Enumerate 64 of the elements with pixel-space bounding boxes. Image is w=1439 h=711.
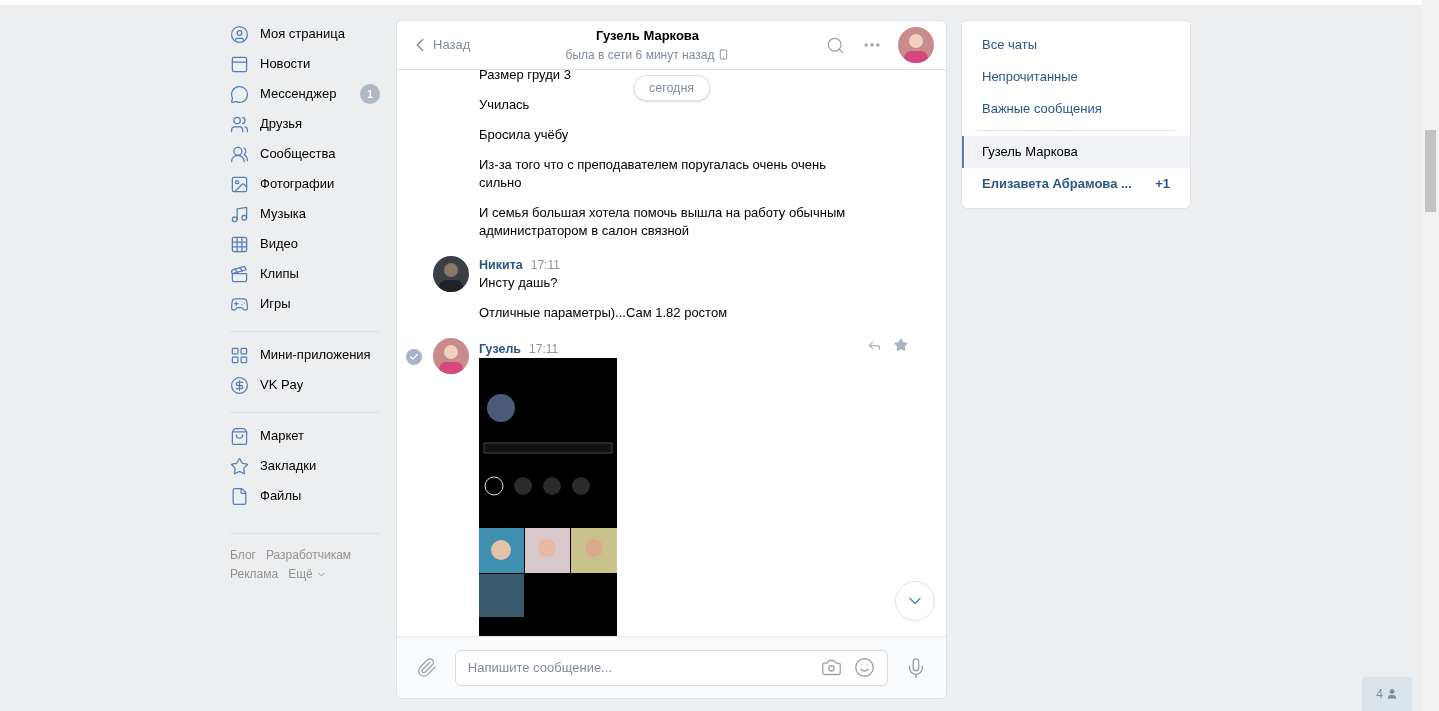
nav-item[interactable]: Сообщества: [230, 139, 380, 169]
avatar: [433, 256, 469, 292]
unread-count: 1: [360, 84, 380, 104]
nav-item[interactable]: Мини-приложения: [230, 340, 380, 370]
message-text: Бросила учёбу: [479, 126, 570, 144]
nav-item[interactable]: Друзья: [230, 109, 380, 139]
unread-count: +1: [1155, 175, 1170, 194]
nav-item[interactable]: Закладки: [230, 451, 380, 481]
camera-icon[interactable]: [821, 657, 843, 678]
message-text: Размер груди 3: [479, 70, 572, 84]
filter-item[interactable]: Важные сообщения: [962, 93, 1190, 125]
chat-item[interactable]: Елизавета Абрамова ... +1: [962, 168, 1190, 200]
author-name[interactable]: Гузель: [479, 340, 522, 359]
people-icon: [230, 114, 249, 134]
nav-item[interactable]: Маркет: [230, 421, 380, 451]
phone-icon: [718, 49, 730, 61]
filter-item[interactable]: Непрочитанные: [962, 61, 1190, 93]
smile-icon[interactable]: [854, 657, 876, 678]
message-text: Училась: [479, 96, 531, 114]
news-icon: [230, 54, 249, 74]
chat-bubble-icon: [230, 84, 249, 104]
music-note-icon: [230, 204, 249, 224]
video-icon: [230, 234, 249, 254]
star-icon: [230, 456, 249, 476]
message-text: Инсту дашь?: [479, 274, 559, 292]
filter-item[interactable]: Все чаты: [962, 29, 1190, 61]
star-icon[interactable]: [894, 338, 908, 352]
chat-item[interactable]: Гузель Маркова: [962, 136, 1190, 168]
nav-item[interactable]: VK Pay: [230, 370, 380, 400]
date-chip: сегодня: [632, 75, 711, 101]
nav-item[interactable]: Музыка: [230, 199, 380, 229]
scroll-down-button[interactable]: [895, 581, 935, 621]
image-icon: [230, 174, 249, 194]
nav-item[interactable]: Фотографии: [230, 169, 380, 199]
nav-item[interactable]: Мессенджер 1: [230, 79, 380, 109]
nav-item[interactable]: Моя страница: [230, 19, 380, 49]
clapper-icon: [230, 264, 249, 284]
paperclip-icon[interactable]: [416, 657, 437, 678]
back-button[interactable]: Назад: [409, 34, 489, 56]
message-text: И семья большая хотела помочь вышла на работу обычным администратором в салон связной: [479, 204, 847, 240]
message-field[interactable]: Напишите сообщение...: [454, 649, 889, 686]
bag-icon: [230, 426, 249, 446]
user-circle-icon: [230, 24, 249, 44]
message-time: 17:11: [529, 341, 559, 358]
group-icon: [230, 144, 249, 164]
nav-item[interactable]: Файлы: [230, 481, 380, 511]
message-text: Отличные параметры)...Сам 1.82 ростом: [479, 304, 729, 322]
coin-icon: [230, 375, 249, 395]
nav-item[interactable]: Клипы: [230, 259, 380, 289]
author-name[interactable]: Никита: [479, 256, 523, 275]
chat-title: Гузель Маркова: [596, 27, 699, 46]
avatar: [433, 338, 469, 374]
person-icon: [1385, 688, 1398, 700]
message-time: 17:11: [530, 257, 560, 274]
avatar: [898, 27, 934, 63]
nav-item[interactable]: Видео: [230, 229, 380, 259]
message-text: Из-за того что с преподавателем поругалась очень очень сильно: [479, 156, 827, 192]
online-status: была в сети 6 минут назад: [565, 46, 715, 64]
nav-item[interactable]: Игры: [230, 289, 380, 319]
file-icon: [230, 486, 249, 506]
nav-item[interactable]: Новости: [230, 49, 380, 79]
apps-grid-icon: [230, 345, 249, 365]
search-icon[interactable]: [826, 35, 845, 55]
selected-check-icon[interactable]: [406, 349, 422, 365]
